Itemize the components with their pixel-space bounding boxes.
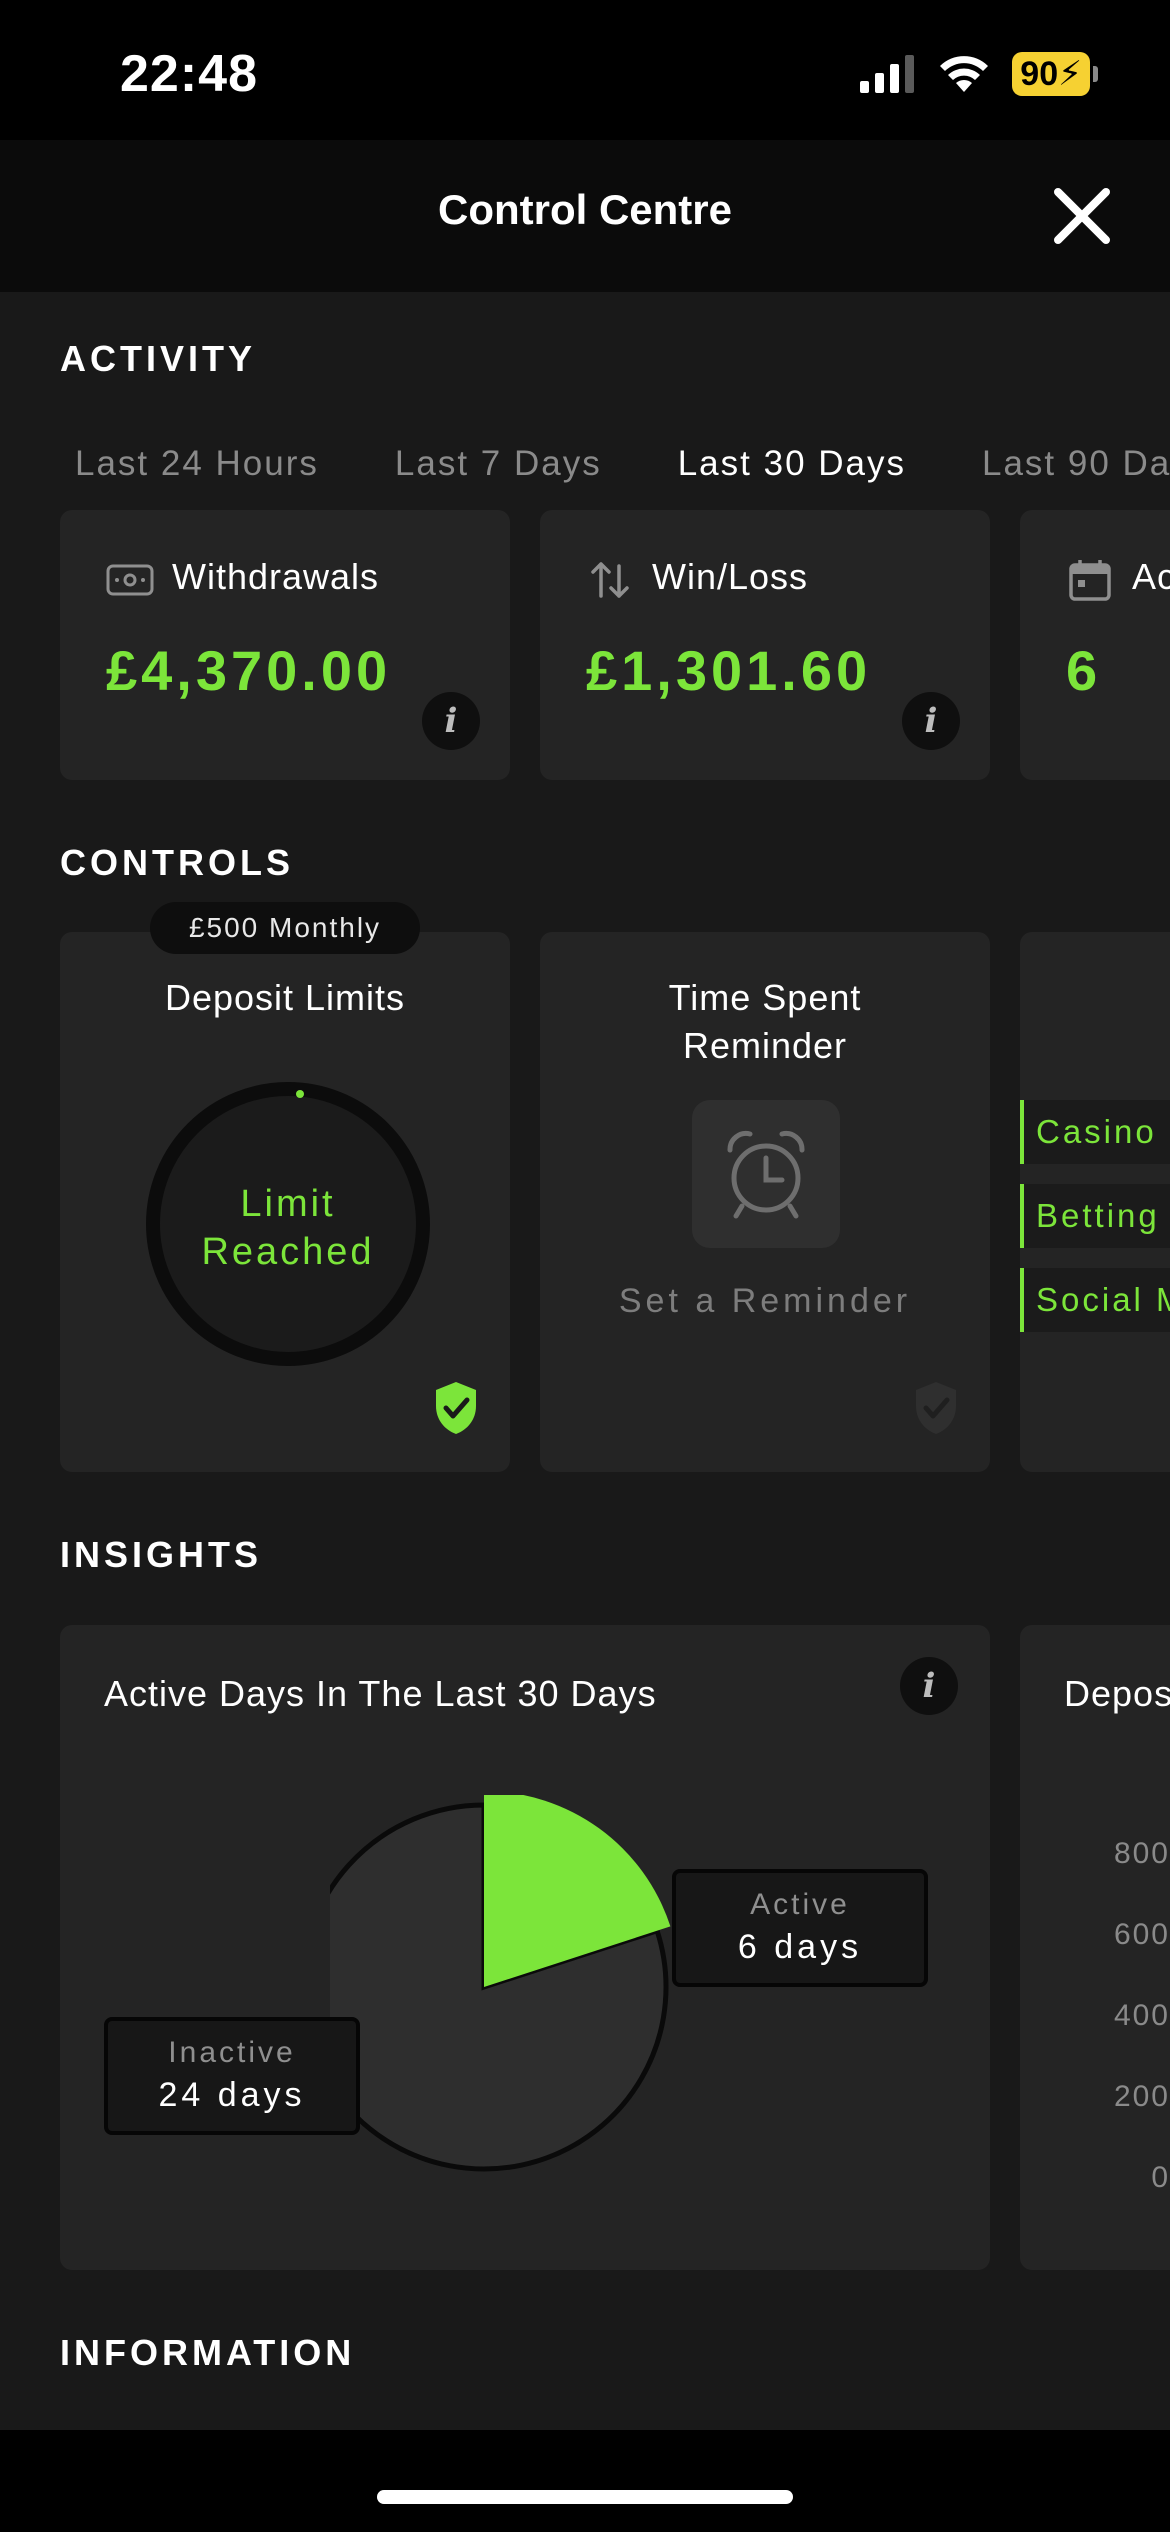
status-line-1: Limit: [240, 1183, 336, 1225]
charging-bolt: ⚡: [1058, 55, 1082, 93]
active-days-card[interactable]: Ac 6: [1020, 510, 1170, 780]
alarm-clock-button[interactable]: [692, 1100, 840, 1248]
active-days-value: 6: [1066, 639, 1102, 702]
information-section-title: INFORMATION: [60, 2332, 356, 2373]
withdrawals-label: Withdrawals: [172, 556, 380, 597]
win-loss-card[interactable]: Win/Loss £1,301.60 i: [540, 510, 990, 780]
y-tick-label: 0: [1151, 2161, 1170, 2194]
title-line-1: M: [1020, 974, 1170, 1022]
inactive-tooltip: Inactive 24 days: [104, 2017, 360, 2135]
title-line-1: Time Spent: [668, 977, 862, 1018]
y-tick-label: 400: [1113, 1999, 1170, 2032]
active-days-insight-card[interactable]: Active Days In The Last 30 Days i Active…: [60, 1625, 990, 2270]
deposit-limit-ring: Limit Reached: [146, 1082, 430, 1366]
withdrawals-card[interactable]: Withdrawals £4,370.00 i: [60, 510, 510, 780]
deposit-limit-badge: £500 Monthly: [150, 902, 420, 954]
title-line-2: Pr: [1020, 1022, 1170, 1070]
withdrawals-value: £4,370.00: [106, 639, 392, 702]
deposit-limit-status: Limit Reached: [160, 1180, 416, 1276]
active-tooltip-value: 6 days: [737, 1928, 863, 1966]
active-days-info-button[interactable]: i: [900, 1657, 958, 1715]
product-card[interactable]: M Pr Casino Betting Social M: [1020, 932, 1170, 1472]
tab-last-90-days[interactable]: Last 90 Days: [982, 444, 1170, 484]
active-days-pie-chart: [330, 1795, 671, 2172]
active-days-chart-title: Active Days In The Last 30 Days: [104, 1673, 657, 1714]
inactive-tooltip-label: Inactive: [168, 2036, 296, 2069]
deposit-limits-title: Deposit Limits: [164, 977, 406, 1018]
shield-check-icon: [436, 1382, 476, 1434]
product-item-casino[interactable]: Casino: [1020, 1100, 1170, 1164]
status-time: 22:48: [120, 45, 258, 103]
y-tick-label: 800: [1113, 1837, 1170, 1870]
battery-icon: 90⚡: [1012, 52, 1098, 96]
set-reminder-link[interactable]: Set a Reminder: [540, 1282, 990, 1321]
alarm-clock-icon: [727, 1131, 805, 1219]
arrows-updown-icon: [591, 562, 629, 598]
header: Control Centre: [0, 140, 1170, 292]
product-item-betting[interactable]: Betting: [1020, 1184, 1170, 1248]
cash-icon: [106, 564, 154, 596]
status-bar: 22:48 90⚡: [0, 0, 1170, 140]
title-line-2: Reminder: [682, 1025, 848, 1066]
activity-section-title: ACTIVITY: [60, 338, 257, 379]
time-spent-reminder-card[interactable]: Time Spent Reminder Set a Reminder: [540, 932, 990, 1472]
deposits-insight-card[interactable]: Depos 800 600 400 200 0: [1020, 1625, 1170, 2270]
inactive-tooltip-value: 24 days: [158, 2076, 306, 2114]
y-tick-label: 200: [1113, 2080, 1170, 2113]
time-spent-reminder-title: Time Spent Reminder: [540, 974, 990, 1070]
insights-section-title: INSIGHTS: [60, 1534, 263, 1575]
activity-period-tabs[interactable]: Last 24 Hours Last 7 Days Last 30 Days L…: [75, 444, 1170, 484]
close-button[interactable]: [1050, 184, 1114, 248]
home-indicator-area: [0, 2430, 1170, 2532]
deposits-y-axis: 800 600 400 200 0: [1020, 1625, 1170, 2270]
win-loss-info-button[interactable]: i: [902, 692, 960, 750]
control-centre-content[interactable]: ACTIVITY Last 24 Hours Last 7 Days Last …: [0, 292, 1170, 2430]
active-tooltip-label: Active: [750, 1888, 850, 1921]
signal-icon: [860, 55, 915, 93]
product-item-social[interactable]: Social M: [1020, 1268, 1170, 1332]
shield-check-icon-inactive: [916, 1382, 956, 1434]
product-card-title: M Pr: [1020, 974, 1170, 1070]
active-days-label: Ac: [1132, 556, 1170, 597]
wifi-icon: [940, 56, 989, 92]
controls-section-title: CONTROLS: [60, 842, 294, 883]
ring-progress-dot: [296, 1090, 304, 1098]
active-tooltip: Active 6 days: [672, 1869, 928, 1987]
y-tick-label: 600: [1113, 1918, 1170, 1951]
page-title: Control Centre: [438, 186, 732, 233]
tab-last-24-hours[interactable]: Last 24 Hours: [75, 444, 319, 484]
status-icons: 90⚡: [860, 52, 1098, 96]
withdrawals-info-button[interactable]: i: [422, 692, 480, 750]
home-indicator[interactable]: [377, 2490, 793, 2504]
tab-last-30-days[interactable]: Last 30 Days: [678, 444, 906, 484]
deposit-limits-card[interactable]: Deposit Limits Limit Reached: [60, 932, 510, 1472]
battery-level: 90: [1020, 55, 1059, 93]
tab-last-7-days[interactable]: Last 7 Days: [395, 444, 602, 484]
calendar-icon: [1069, 560, 1111, 601]
win-loss-value: £1,301.60: [586, 639, 872, 702]
status-line-2: Reached: [201, 1231, 375, 1273]
win-loss-label: Win/Loss: [652, 556, 809, 597]
